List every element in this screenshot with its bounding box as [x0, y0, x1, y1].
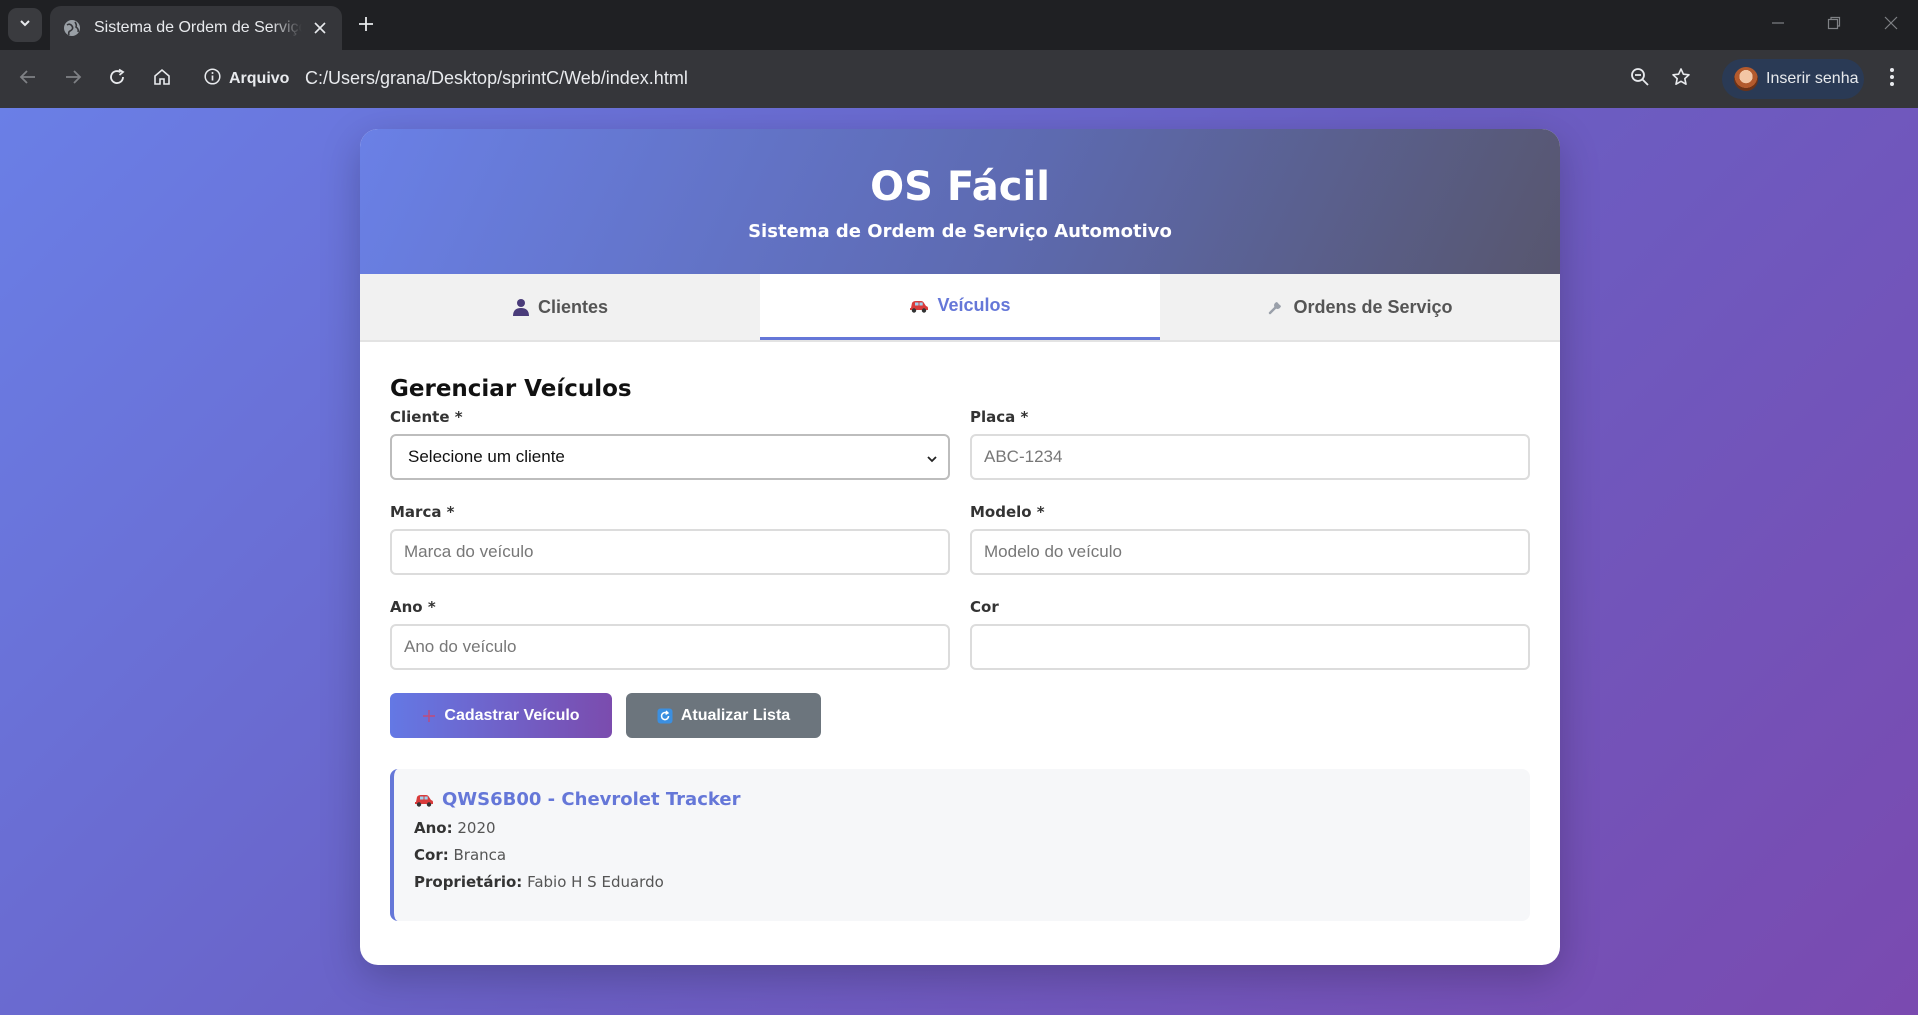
vehicles-panel: Gerenciar Veículos Cliente * Selecione u… [360, 342, 1560, 921]
vehicle-color-value: Branca [453, 846, 507, 864]
vehicle-year-label: Ano: [414, 819, 453, 837]
plus-icon [422, 709, 436, 723]
field-marca: Marca * [390, 503, 950, 575]
forward-button[interactable] [59, 65, 87, 93]
tab-label: Clientes [537, 296, 609, 317]
browser-tab-strip: Sistema de Ordem de Serviço Automotivo [0, 0, 1918, 50]
app-header: OS Fácil Sistema de Ordem de Serviço Aut… [360, 129, 1560, 274]
marca-label: Marca * [390, 503, 455, 521]
tab-label: Ordens de Serviço [1293, 296, 1453, 317]
refresh-icon [657, 708, 673, 724]
marca-input[interactable] [390, 529, 950, 575]
home-button[interactable] [148, 65, 176, 93]
minimize-button[interactable] [1764, 12, 1792, 38]
vehicle-year: Ano: 2020 [414, 819, 1510, 837]
site-info-label: Arquivo [229, 70, 290, 87]
bookmark-button[interactable] [1667, 65, 1695, 93]
arrow-right-icon [64, 68, 82, 91]
vehicle-owner: Proprietário: Fabio H S Eduardo [414, 873, 1510, 891]
car-icon [414, 793, 434, 807]
main-tabs: Clientes Veículos Ordens de Serviço [360, 274, 1560, 342]
cliente-selected-value: Selecione um cliente [408, 447, 565, 466]
field-ano: Ano * [390, 598, 950, 670]
restore-icon [1827, 16, 1841, 35]
vehicle-title-text: QWS6B00 - Chevrolet Tracker [442, 789, 741, 810]
vehicle-color-label: Cor: [414, 846, 449, 864]
page-background: OS Fácil Sistema de Ordem de Serviço Aut… [0, 108, 1918, 1015]
vehicle-year-value: 2020 [457, 819, 496, 837]
cor-label: Cor [970, 598, 999, 616]
car-icon [909, 299, 929, 313]
minimize-icon [1771, 16, 1785, 35]
site-info-chip[interactable]: Arquivo [204, 66, 289, 92]
field-cliente: Cliente * Selecione um cliente [390, 408, 950, 480]
profile-button[interactable]: Inserir senha [1722, 59, 1864, 99]
field-placa: Placa * [970, 408, 1530, 480]
tab-veiculos[interactable]: Veículos [760, 274, 1160, 340]
browser-tab-active[interactable]: Sistema de Ordem de Serviço Automotivo [50, 6, 342, 50]
cliente-label: Cliente * [390, 408, 463, 426]
close-icon [1884, 16, 1898, 35]
profile-label: Inserir senha [1766, 70, 1859, 87]
zoom-button[interactable] [1626, 65, 1654, 93]
chevron-down-icon [18, 16, 32, 35]
reload-button[interactable] [103, 65, 131, 93]
back-button[interactable] [14, 65, 42, 93]
app-title: OS Fácil [870, 164, 1050, 210]
field-modelo: Modelo * [970, 503, 1530, 575]
placa-input[interactable] [970, 434, 1530, 480]
restore-button[interactable] [1820, 12, 1848, 38]
ano-input[interactable] [390, 624, 950, 670]
person-icon [512, 298, 530, 316]
tab-ordens-de-servico[interactable]: Ordens de Serviço [1160, 274, 1560, 340]
placa-label: Placa * [970, 408, 1029, 426]
plus-icon [358, 16, 374, 37]
close-icon[interactable] [310, 18, 330, 38]
chevron-down-icon [926, 450, 938, 470]
vehicle-form: Cliente * Selecione um cliente Placa * M… [390, 408, 1530, 693]
cliente-select[interactable]: Selecione um cliente [390, 434, 950, 480]
vehicle-owner-label: Proprietário: [414, 873, 523, 891]
ano-label: Ano * [390, 598, 436, 616]
app-subtitle: Sistema de Ordem de Serviço Automotivo [748, 221, 1172, 242]
vehicle-title: QWS6B00 - Chevrolet Tracker [414, 789, 1510, 810]
cor-input[interactable] [970, 624, 1530, 670]
field-cor: Cor [970, 598, 1530, 670]
avatar [1734, 67, 1758, 91]
form-actions: Cadastrar Veículo Atualizar Lista [390, 693, 1530, 738]
address-bar[interactable]: C:/Users/grana/Desktop/sprintC/Web/index… [305, 68, 688, 89]
button-label: Cadastrar Veículo [444, 706, 580, 724]
cadastrar-veiculo-button[interactable]: Cadastrar Veículo [390, 693, 612, 738]
tab-clientes[interactable]: Clientes [360, 274, 760, 340]
section-title: Gerenciar Veículos [390, 376, 632, 402]
button-label: Atualizar Lista [680, 706, 791, 724]
vehicle-list-item: QWS6B00 - Chevrolet Tracker Ano: 2020 Co… [390, 769, 1530, 921]
browser-menu-button[interactable] [1878, 65, 1906, 93]
vehicle-color: Cor: Branca [414, 846, 1510, 864]
app-container: OS Fácil Sistema de Ordem de Serviço Aut… [360, 129, 1560, 965]
window-close-button[interactable] [1877, 12, 1905, 38]
home-icon [153, 68, 171, 91]
tab-search-button[interactable] [8, 8, 42, 42]
tab-title: Sistema de Ordem de Serviço Automotivo [94, 19, 302, 36]
kebab-menu-icon [1889, 67, 1895, 92]
vehicle-owner-value: Fabio H S Eduardo [527, 873, 664, 891]
wrench-icon [1267, 298, 1285, 316]
globe-icon [62, 18, 82, 38]
modelo-label: Modelo * [970, 503, 1045, 521]
star-icon [1671, 67, 1691, 92]
arrow-left-icon [19, 68, 37, 91]
zoom-out-icon [1630, 67, 1650, 92]
atualizar-lista-button[interactable]: Atualizar Lista [626, 693, 821, 738]
tab-label: Veículos [937, 295, 1011, 315]
new-tab-button[interactable] [352, 12, 380, 40]
reload-icon [108, 68, 126, 91]
modelo-input[interactable] [970, 529, 1530, 575]
info-icon [204, 68, 221, 90]
